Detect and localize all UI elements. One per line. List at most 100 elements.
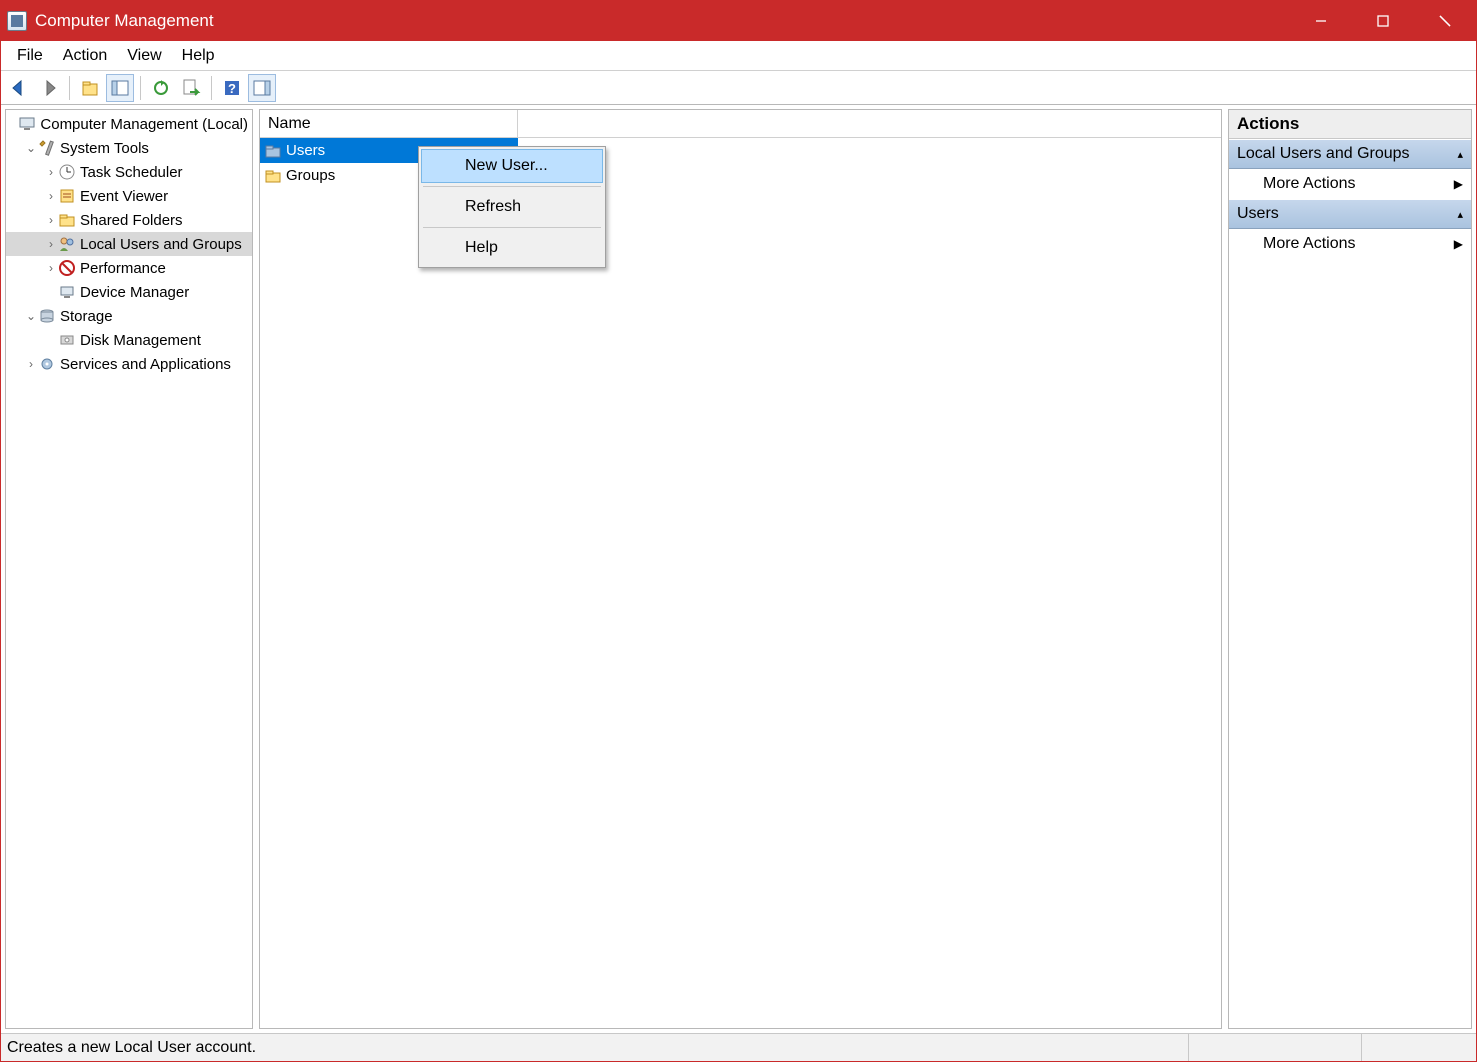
tree-pane[interactable]: Computer Management (Local)⌄System Tools…: [5, 109, 253, 1029]
show-actions-pane-button[interactable]: [248, 74, 276, 102]
tree-item[interactable]: › Services and Applications: [6, 352, 252, 376]
close-button[interactable]: [1414, 1, 1476, 41]
folder-icon: [264, 142, 282, 160]
actions-link[interactable]: More Actions ▶: [1229, 169, 1471, 199]
maximize-button[interactable]: [1352, 1, 1414, 41]
clock-icon: [58, 163, 76, 181]
titlebar-controls: [1290, 1, 1476, 41]
tree-item-label: Performance: [80, 260, 166, 277]
actions-group-label: Users: [1237, 205, 1279, 223]
device-icon: [58, 283, 76, 301]
actions-title: Actions: [1229, 110, 1471, 139]
tree-twisty-icon[interactable]: ›: [44, 261, 58, 275]
menu-file[interactable]: File: [7, 43, 53, 69]
tree-twisty-icon[interactable]: ⌄: [24, 141, 38, 155]
tools-icon: [38, 139, 56, 157]
tree-item-label: Device Manager: [80, 284, 189, 301]
toolbar-separator: [140, 76, 141, 100]
list-item[interactable]: Groups: [260, 163, 1221, 188]
disk-icon: [58, 331, 76, 349]
forward-button[interactable]: [35, 74, 63, 102]
tree-item-label: Task Scheduler: [80, 164, 183, 181]
list-item-label: Users: [286, 142, 325, 159]
tree-twisty-icon[interactable]: ›: [24, 357, 38, 371]
content-area: Computer Management (Local)⌄System Tools…: [1, 105, 1476, 1033]
status-cell: [1189, 1034, 1361, 1061]
tree-item[interactable]: › Performance: [6, 256, 252, 280]
tree-item[interactable]: › Task Scheduler: [6, 160, 252, 184]
tree-twisty-icon[interactable]: ›: [44, 165, 58, 179]
actions-group-label: Local Users and Groups: [1237, 145, 1410, 163]
tree-item[interactable]: › Local Users and Groups: [6, 232, 252, 256]
tree-twisty-icon[interactable]: ›: [44, 237, 58, 251]
actions-pane: Actions Local Users and Groups ▴ More Acti…: [1228, 109, 1472, 1029]
menu-help[interactable]: Help: [172, 43, 225, 69]
context-menu-item[interactable]: New User...: [421, 149, 603, 183]
tree-item[interactable]: Computer Management (Local): [6, 112, 252, 136]
show-hide-tree-button[interactable]: [106, 74, 134, 102]
tree-item[interactable]: ⌄ Storage: [6, 304, 252, 328]
actions-group-header[interactable]: Local Users and Groups ▴: [1229, 139, 1471, 169]
collapse-icon: ▴: [1457, 148, 1463, 161]
storage-icon: [38, 307, 56, 325]
users-icon: [58, 235, 76, 253]
perf-icon: [58, 259, 76, 277]
actions-link-label: More Actions: [1263, 175, 1355, 193]
tree-item[interactable]: Device Manager: [6, 280, 252, 304]
status-text: Creates a new Local User account.: [1, 1034, 1188, 1061]
toolbar-separator: [69, 76, 70, 100]
toolbar-separator: [211, 76, 212, 100]
context-menu-item[interactable]: Refresh: [421, 190, 603, 224]
statusbar: Creates a new Local User account.: [1, 1033, 1476, 1061]
menu-action[interactable]: Action: [53, 43, 117, 69]
context-menu-item[interactable]: Help: [421, 231, 603, 265]
tree-twisty-icon[interactable]: ›: [44, 213, 58, 227]
tree-item-label: Services and Applications: [60, 356, 231, 373]
window-title: Computer Management: [35, 11, 214, 31]
actions-link[interactable]: More Actions ▶: [1229, 229, 1471, 259]
tree-item[interactable]: Disk Management: [6, 328, 252, 352]
context-menu-separator: [423, 227, 601, 228]
list-header: Name: [260, 110, 1221, 138]
chevron-right-icon: ▶: [1454, 237, 1463, 251]
context-menu: New User... Refresh Help: [418, 146, 606, 268]
tree-twisty-icon[interactable]: ›: [44, 189, 58, 203]
up-button[interactable]: [76, 74, 104, 102]
minimize-button[interactable]: [1290, 1, 1352, 41]
tree-item-label: Computer Management (Local): [40, 116, 248, 133]
shared-icon: [58, 211, 76, 229]
back-button[interactable]: [5, 74, 33, 102]
tree-twisty-icon[interactable]: ⌄: [24, 309, 38, 323]
toolbar: ?: [1, 71, 1476, 105]
svg-text:?: ?: [228, 81, 236, 96]
list-pane[interactable]: Name Users Groups New User... Refresh Help: [259, 109, 1222, 1029]
tree-item-label: System Tools: [60, 140, 149, 157]
monitor-icon: [18, 115, 36, 133]
tree-item-label: Shared Folders: [80, 212, 183, 229]
tree-item-label: Disk Management: [80, 332, 201, 349]
tree-item-label: Local Users and Groups: [80, 236, 242, 253]
events-icon: [58, 187, 76, 205]
refresh-button[interactable]: [147, 74, 175, 102]
collapse-icon: ▴: [1457, 208, 1463, 221]
context-menu-separator: [423, 186, 601, 187]
folder-icon: [264, 167, 282, 185]
actions-link-label: More Actions: [1263, 235, 1355, 253]
actions-group-header[interactable]: Users ▴: [1229, 199, 1471, 229]
menubar: File Action View Help: [1, 41, 1476, 71]
services-icon: [38, 355, 56, 373]
chevron-right-icon: ▶: [1454, 177, 1463, 191]
tree-item[interactable]: › Event Viewer: [6, 184, 252, 208]
tree-item-label: Storage: [60, 308, 113, 325]
tree-item[interactable]: ⌄ System Tools: [6, 136, 252, 160]
app-icon: [7, 11, 27, 31]
list-item-label: Groups: [286, 167, 335, 184]
tree-item-label: Event Viewer: [80, 188, 168, 205]
status-cell: [1362, 1034, 1476, 1061]
help-button[interactable]: ?: [218, 74, 246, 102]
menu-view[interactable]: View: [117, 43, 171, 69]
titlebar: Computer Management: [1, 1, 1476, 41]
tree-item[interactable]: › Shared Folders: [6, 208, 252, 232]
export-button[interactable]: [177, 74, 205, 102]
column-name[interactable]: Name: [260, 110, 518, 137]
